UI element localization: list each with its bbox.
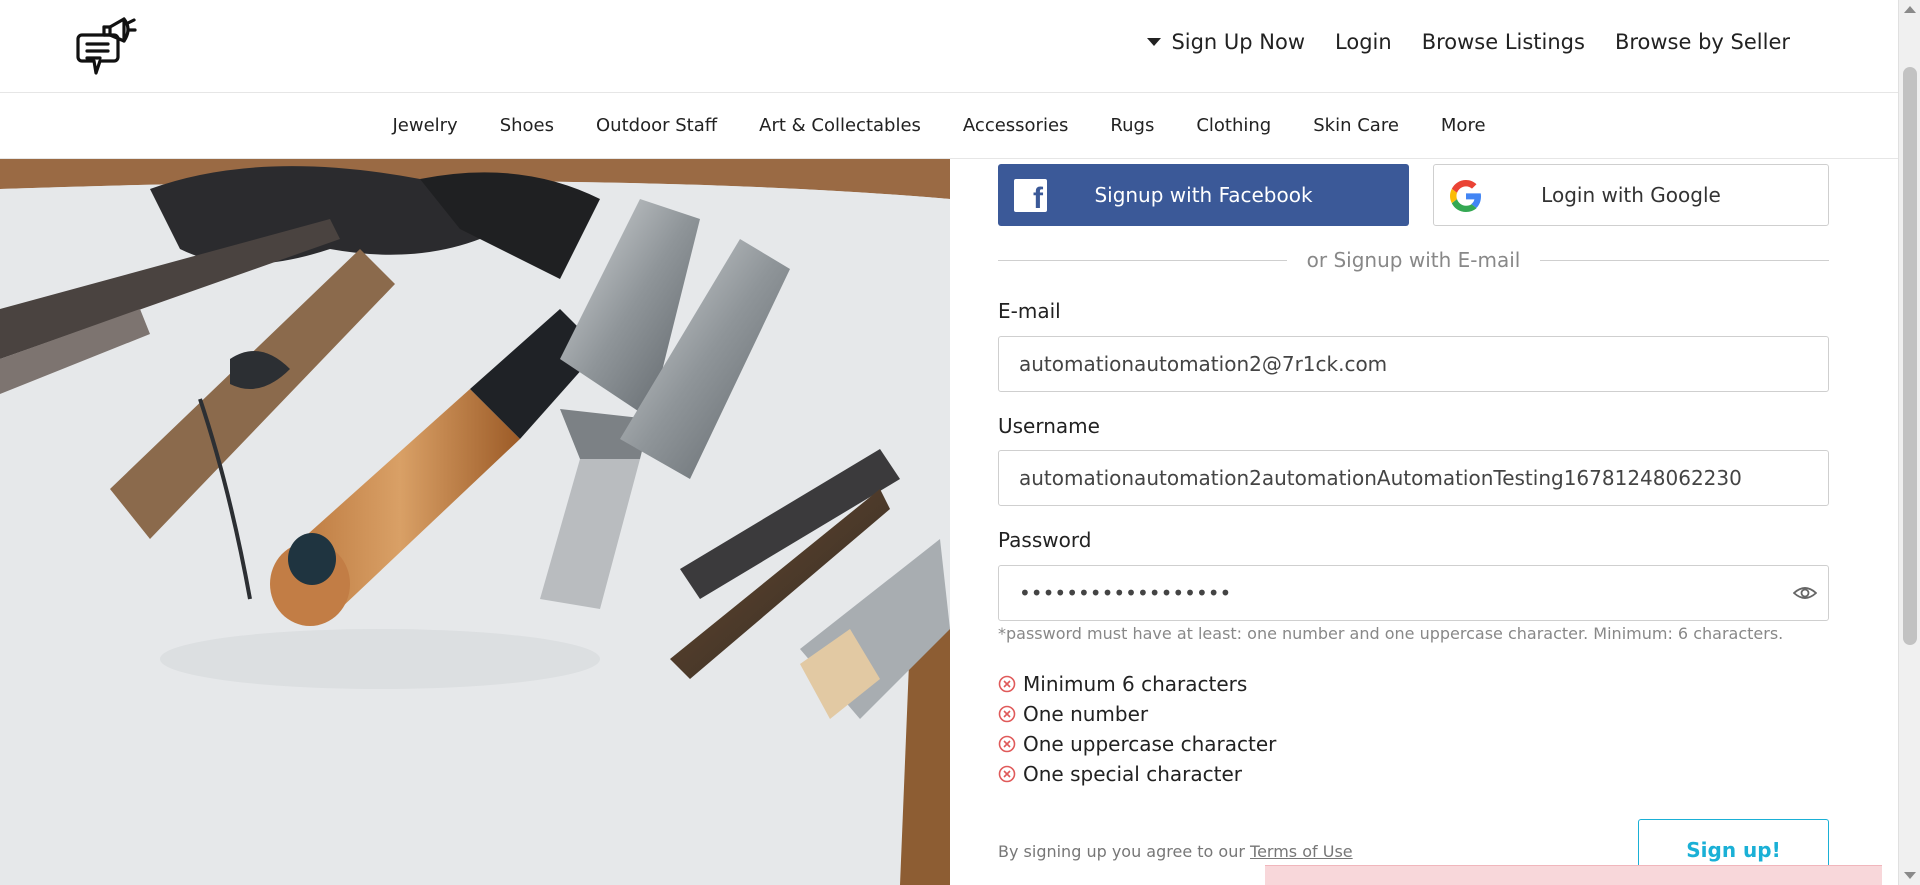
scroll-up-arrow-icon[interactable] bbox=[1904, 6, 1916, 13]
divider-text: or Signup with E-mail bbox=[1306, 248, 1521, 272]
category-art-collectables[interactable]: Art & Collectables bbox=[759, 115, 921, 136]
category-more[interactable]: More bbox=[1441, 115, 1486, 136]
category-jewelry[interactable]: Jewelry bbox=[392, 115, 457, 136]
circle-x-icon bbox=[998, 765, 1016, 783]
divider-line bbox=[1540, 259, 1830, 261]
facebook-icon: f bbox=[1014, 179, 1047, 212]
circle-x-icon bbox=[998, 675, 1016, 693]
facebook-button-label: Signup with Facebook bbox=[1094, 183, 1313, 207]
circle-x-icon bbox=[998, 705, 1016, 723]
scrollbar-thumb[interactable] bbox=[1903, 67, 1917, 645]
password-rule: One special character bbox=[998, 759, 1276, 789]
circle-x-icon bbox=[998, 735, 1016, 753]
top-nav: Sign Up Now Login Browse Listings Browse… bbox=[1147, 30, 1790, 54]
category-bar: Jewelry Shoes Outdoor Staff Art & Collec… bbox=[0, 93, 1898, 159]
password-field-wrapper bbox=[998, 565, 1829, 621]
password-rule: One uppercase character bbox=[998, 729, 1276, 759]
category-accessories[interactable]: Accessories bbox=[963, 115, 1069, 136]
signup-with-facebook-button[interactable]: f Signup with Facebook bbox=[998, 164, 1409, 226]
nav-label: Sign Up Now bbox=[1171, 30, 1306, 54]
terms-of-use-link[interactable]: Terms of Use bbox=[1250, 842, 1353, 861]
site-header: Sign Up Now Login Browse Listings Browse… bbox=[0, 0, 1898, 93]
terms-notice: By signing up you agree to our Terms of … bbox=[998, 842, 1353, 861]
notification-toast bbox=[1265, 865, 1882, 885]
nav-label: Browse by Seller bbox=[1614, 30, 1790, 54]
category-shoes[interactable]: Shoes bbox=[500, 115, 554, 136]
megaphone-chat-icon[interactable] bbox=[76, 13, 138, 79]
terms-prefix: By signing up you agree to our bbox=[998, 842, 1245, 861]
nav-label: Login bbox=[1335, 30, 1392, 54]
nav-sign-up-now[interactable]: Sign Up Now bbox=[1147, 30, 1305, 54]
nav-label: Browse Listings bbox=[1421, 30, 1585, 54]
password-rules-list: Minimum 6 characters One number One uppe… bbox=[998, 669, 1276, 789]
rule-text: One special character bbox=[1023, 762, 1242, 786]
nav-login[interactable]: Login bbox=[1335, 30, 1392, 54]
email-divider: or Signup with E-mail bbox=[998, 245, 1830, 275]
category-rugs[interactable]: Rugs bbox=[1110, 115, 1154, 136]
caret-down-icon bbox=[1147, 38, 1162, 46]
username-field[interactable] bbox=[998, 450, 1829, 506]
category-skin-care[interactable]: Skin Care bbox=[1313, 115, 1399, 136]
social-login-row: f Signup with Facebook Login with Google bbox=[998, 164, 1829, 226]
password-hint: *password must have at least: one number… bbox=[998, 624, 1784, 643]
username-label: Username bbox=[998, 414, 1100, 438]
password-label: Password bbox=[998, 528, 1092, 552]
page-scrollbar[interactable] bbox=[1898, 0, 1920, 885]
category-clothing[interactable]: Clothing bbox=[1196, 115, 1271, 136]
scroll-down-arrow-icon[interactable] bbox=[1904, 872, 1916, 879]
signup-form: f Signup with Facebook Login with Google… bbox=[998, 159, 1830, 885]
divider-line bbox=[998, 259, 1287, 261]
login-with-google-button[interactable]: Login with Google bbox=[1433, 164, 1829, 226]
rule-text: One uppercase character bbox=[1023, 732, 1277, 756]
nav-browse-by-seller[interactable]: Browse by Seller bbox=[1615, 30, 1790, 54]
hero-tools-image bbox=[0, 159, 950, 885]
rule-text: One number bbox=[1023, 702, 1149, 726]
nav-browse-listings[interactable]: Browse Listings bbox=[1422, 30, 1585, 54]
rule-text: Minimum 6 characters bbox=[1023, 672, 1248, 696]
eye-icon[interactable] bbox=[1793, 582, 1817, 604]
category-outdoor-staff[interactable]: Outdoor Staff bbox=[596, 115, 717, 136]
email-field[interactable] bbox=[998, 336, 1829, 392]
email-label: E-mail bbox=[998, 299, 1061, 323]
google-icon bbox=[1450, 180, 1481, 212]
password-field[interactable] bbox=[998, 565, 1829, 621]
google-button-label: Login with Google bbox=[1541, 183, 1721, 207]
password-rule: Minimum 6 characters bbox=[998, 669, 1276, 699]
password-rule: One number bbox=[998, 699, 1276, 729]
